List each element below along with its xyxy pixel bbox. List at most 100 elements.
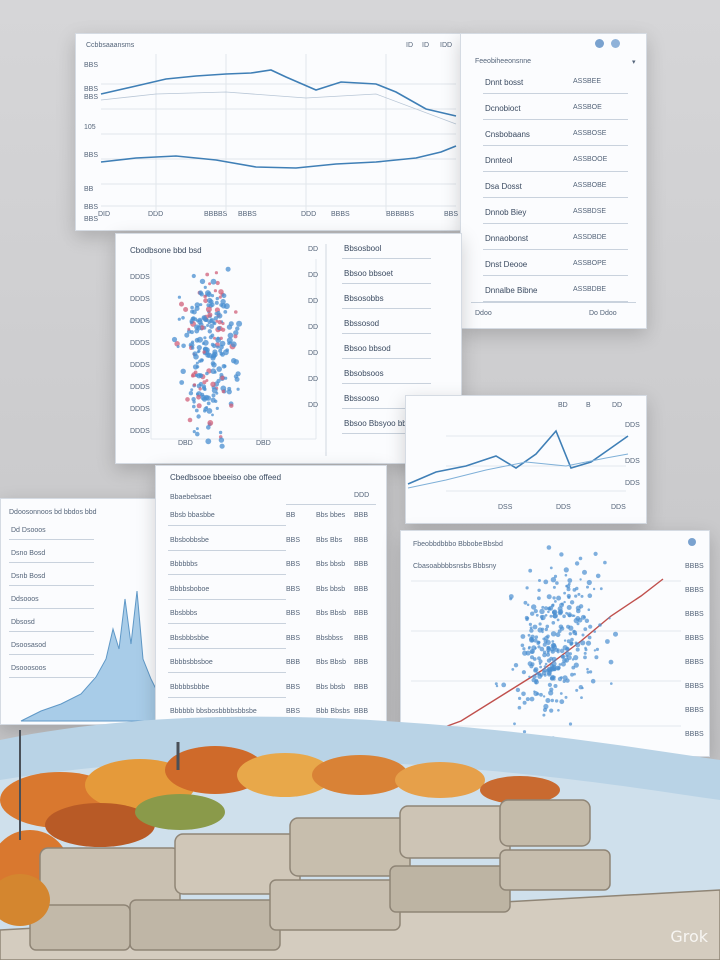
- x-tick: DBD: [178, 440, 193, 447]
- list-item[interactable]: Bbssosod: [344, 319, 379, 328]
- list-item[interactable]: Dnnt bosst ASSBEE: [461, 78, 646, 100]
- scatter-point: [551, 603, 555, 607]
- table-row[interactable]: Bbsbbbs BBS Bbs Bbsb BBB: [156, 610, 386, 630]
- scatter-point: [543, 673, 547, 677]
- scatter-point: [195, 427, 199, 431]
- list-item[interactable]: Dnst Deooe ASSBOPE: [461, 260, 646, 282]
- list-item[interactable]: Dnnalbe Bibne ASSBDBE: [461, 286, 646, 308]
- scatter-point: [537, 627, 543, 633]
- scatter-point: [558, 663, 562, 666]
- scatter-point: [577, 592, 581, 596]
- scatter-point: [235, 326, 240, 331]
- x-tick: DSS: [498, 504, 513, 511]
- scatter-point: [224, 376, 228, 380]
- list-item-value: ASSBOPE: [573, 260, 607, 267]
- scatter-point: [494, 682, 498, 686]
- table-row[interactable]: Bbsbobbsbe BBS Bbs Bbs BBB: [156, 537, 386, 557]
- table-row[interactable]: Bbbbbb bbsbosbbbbsbbsbe BBS Bbb Bbsbs BBB: [156, 708, 386, 726]
- row-divider: [168, 696, 286, 698]
- scatter-point: [199, 278, 206, 285]
- list-item[interactable]: Bbsobsoos: [344, 369, 384, 378]
- list-item[interactable]: Bbssooso: [344, 394, 379, 403]
- scatter-point: [216, 326, 221, 331]
- list-item[interactable]: Dnnob Biey ASSBDSE: [461, 208, 646, 230]
- toggle-icon[interactable]: [595, 39, 604, 48]
- trend-line: [401, 578, 664, 744]
- y-tick: DDS: [625, 458, 640, 465]
- scatter-point: [546, 658, 552, 663]
- scatter-point: [501, 682, 507, 688]
- cell-c: BBB: [354, 585, 369, 593]
- scatter-point: [549, 708, 554, 713]
- table-row[interactable]: Bbbbsboboe BBS Bbs bbsb BBB: [156, 586, 386, 606]
- scatter-point: [557, 709, 560, 712]
- list-item[interactable]: Dcnobioct ASSBOE: [461, 104, 646, 126]
- toggle-icon[interactable]: [611, 39, 620, 48]
- top-line-chart-panel: Ccbbsaaansms ID ID IDD BBS BBS BBS 105 BBS BB…: [75, 33, 462, 231]
- table-row[interactable]: Bbbbbsbbbe BBS Bbs bbsb BBB: [156, 684, 386, 704]
- scatter-point: [551, 736, 556, 741]
- scatter-point: [589, 670, 593, 674]
- scatter-point: [566, 639, 571, 644]
- scatter-point: [538, 622, 542, 626]
- scatter-point: [586, 667, 589, 671]
- chevron-icon[interactable]: ▾: [632, 58, 636, 66]
- table-row[interactable]: Bbbbbbs BBS Bbs bbsb BBB: [156, 561, 386, 581]
- cell-b: Bbb Bbsbs: [316, 708, 350, 715]
- cell-c: BBB: [354, 708, 369, 715]
- scatter-point: [556, 648, 560, 652]
- y-tick: DDDS: [130, 428, 150, 435]
- scatter-point: [504, 745, 510, 751]
- scatter-point: [218, 295, 222, 299]
- scatter-point: [575, 586, 579, 591]
- scatter-point: [542, 695, 546, 698]
- scatter-point: [207, 420, 214, 426]
- scatter-point: [555, 581, 559, 585]
- scatter-point: [205, 395, 211, 401]
- cell-a: BB: [286, 512, 296, 519]
- list-item[interactable]: Bbsoo bbsod: [344, 344, 391, 353]
- scatter-point: [529, 636, 534, 641]
- list-item[interactable]: Bbsosbool: [344, 244, 381, 253]
- list-item[interactable]: Dnnaobonst ASSDBDE: [461, 234, 646, 256]
- scatter-point: [539, 608, 545, 615]
- cell-name: Bbbbsboboe: [170, 585, 210, 593]
- list-item-value: ASSBOBE: [573, 182, 607, 189]
- scatter-point: [196, 403, 202, 409]
- scatter-point: [177, 317, 181, 321]
- cell-name: Bbbbbsbbbe: [170, 683, 210, 691]
- list-item[interactable]: Dsa Dosst ASSBOBE: [461, 182, 646, 204]
- row-divider: [342, 283, 431, 284]
- scatter-point: [562, 675, 568, 681]
- list-item[interactable]: Dnnteol ASSBOOE: [461, 156, 646, 178]
- table-row[interactable]: Bbbbsbbsboe BBB Bbs Bbsb BBB: [156, 659, 386, 679]
- scatter-point: [603, 560, 607, 565]
- scatter-point: [542, 637, 546, 641]
- list-item[interactable]: Bbsoo bbsoet: [344, 269, 393, 278]
- table-row[interactable]: Bbsbbbsbbe BBS Bbsbbss BBB: [156, 635, 386, 655]
- list-item[interactable]: Bbsosobbs: [344, 294, 384, 303]
- scatter-point: [527, 633, 531, 637]
- row-divider: [483, 93, 628, 94]
- scatter-point: [187, 327, 191, 331]
- scatter-point: [528, 675, 531, 678]
- list-item-label: Cnsbobaans: [485, 130, 530, 139]
- scatter-point: [193, 354, 199, 360]
- scatter-point: [542, 652, 547, 658]
- row-divider: [168, 525, 286, 526]
- row-divider: [168, 598, 286, 600]
- scatter-point: [568, 632, 572, 636]
- row-divider: [168, 623, 286, 624]
- column-header: DDD: [354, 492, 370, 499]
- y-tick: BBBS: [685, 659, 704, 666]
- scatter-point: [537, 588, 541, 592]
- y-tick-secondary: DD: [308, 350, 319, 357]
- scatter-point: [202, 350, 206, 354]
- table-row[interactable]: Bbsb bbasbbe BB Bbs bbes BBB: [156, 512, 386, 532]
- scatter-point: [554, 699, 559, 703]
- row-divider: [483, 223, 628, 224]
- list-item[interactable]: Cnsbobaans ASSBOSE: [461, 130, 646, 152]
- series-lower-line: [100, 145, 457, 169]
- scatter-point: [567, 578, 573, 583]
- scatter-point: [564, 573, 568, 577]
